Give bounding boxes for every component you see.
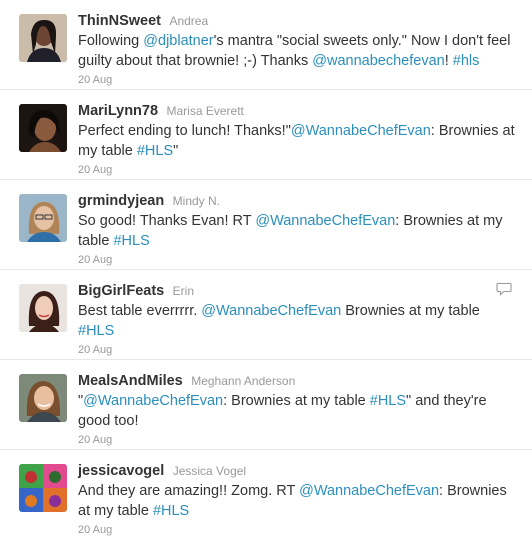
mention-link[interactable]: @WannabeChefEvan xyxy=(291,123,431,139)
tweet-text: And they are amazing!! Zomg. RT @Wannabe… xyxy=(78,481,518,521)
avatar[interactable] xyxy=(19,194,67,242)
tweet-text: Perfect ending to lunch! Thanks!"@Wannab… xyxy=(78,121,518,161)
screen-name[interactable]: grmindyjean xyxy=(78,193,164,209)
screen-name[interactable]: ThinNSweet xyxy=(78,13,161,29)
full-name: Marisa Everett xyxy=(166,104,244,118)
text-segment: ! xyxy=(444,53,453,69)
hashtag-link[interactable]: #hls xyxy=(453,53,480,69)
text-segment: : Brownies at my table xyxy=(223,393,370,409)
mention-link[interactable]: @WannabeChefEvan xyxy=(255,213,395,229)
avatar[interactable] xyxy=(19,284,67,332)
tweet-item: grmindyjean Mindy N. So good! Thanks Eva… xyxy=(0,180,532,270)
mention-link[interactable]: @WannabeChefEvan xyxy=(83,393,223,409)
full-name: Meghann Anderson xyxy=(191,374,296,388)
avatar[interactable] xyxy=(19,104,67,152)
screen-name[interactable]: jessicavogel xyxy=(78,463,164,479)
mention-link[interactable]: @WannabeChefEvan xyxy=(201,303,341,319)
text-segment: Perfect ending to lunch! Thanks!" xyxy=(78,123,291,139)
avatar[interactable] xyxy=(19,14,67,62)
hashtag-link[interactable]: #HLS xyxy=(113,233,149,249)
timestamp[interactable]: 20 Aug xyxy=(78,253,518,267)
full-name: Andrea xyxy=(169,14,209,28)
tweet-item: MealsAndMiles Meghann Anderson "@Wannabe… xyxy=(0,360,532,450)
tweet-text: So good! Thanks Evan! RT @WannabeChefEva… xyxy=(78,211,518,251)
timestamp[interactable]: 20 Aug xyxy=(78,433,518,447)
tweet-item: ThinNSweet Andrea Following @djblatner's… xyxy=(0,0,532,90)
mention-link[interactable]: @wannabechefevan xyxy=(312,53,444,69)
tweet-item: jessicavogel Jessica Vogel And they are … xyxy=(0,450,532,542)
tweet-text: "@WannabeChefEvan: Brownies at my table … xyxy=(78,391,518,431)
text-segment: And they are amazing!! Zomg. RT xyxy=(78,483,300,499)
avatar[interactable] xyxy=(19,464,67,512)
timestamp[interactable]: 20 Aug xyxy=(78,523,518,537)
tweet-item: BigGirlFeats Erin Best table everrrrr. @… xyxy=(0,270,532,360)
tweet-timeline: ThinNSweet Andrea Following @djblatner's… xyxy=(0,0,532,542)
timestamp[interactable]: 20 Aug xyxy=(78,163,518,177)
tweet-item: MariLynn78 Marisa Everett Perfect ending… xyxy=(0,90,532,180)
mention-link[interactable]: @WannabeChefEvan xyxy=(299,483,439,499)
screen-name[interactable]: MealsAndMiles xyxy=(78,373,183,389)
speech-bubble-icon[interactable] xyxy=(496,282,512,296)
text-segment: Best table everrrrr. xyxy=(78,303,202,319)
full-name: Mindy N. xyxy=(172,194,221,208)
hashtag-link[interactable]: #HLS xyxy=(153,503,189,519)
hashtag-link[interactable]: #HLS xyxy=(370,393,406,409)
hashtag-link[interactable]: #HLS xyxy=(78,323,114,339)
full-name: Erin xyxy=(172,284,195,298)
text-segment: Following xyxy=(78,33,144,49)
screen-name[interactable]: MariLynn78 xyxy=(78,103,158,119)
tweet-text: Following @djblatner's mantra "social sw… xyxy=(78,31,518,71)
avatar[interactable] xyxy=(19,374,67,422)
mention-link[interactable]: @djblatner xyxy=(143,33,213,49)
timestamp[interactable]: 20 Aug xyxy=(78,343,518,357)
text-segment: " xyxy=(173,143,179,159)
text-segment: So good! Thanks Evan! RT xyxy=(78,213,256,229)
screen-name[interactable]: BigGirlFeats xyxy=(78,283,164,299)
text-segment: Brownies at my table xyxy=(341,303,480,319)
tweet-text: Best table everrrrr. @WannabeChefEvan Br… xyxy=(78,301,518,341)
timestamp[interactable]: 20 Aug xyxy=(78,73,518,87)
full-name: Jessica Vogel xyxy=(172,464,247,478)
hashtag-link[interactable]: #HLS xyxy=(137,143,173,159)
